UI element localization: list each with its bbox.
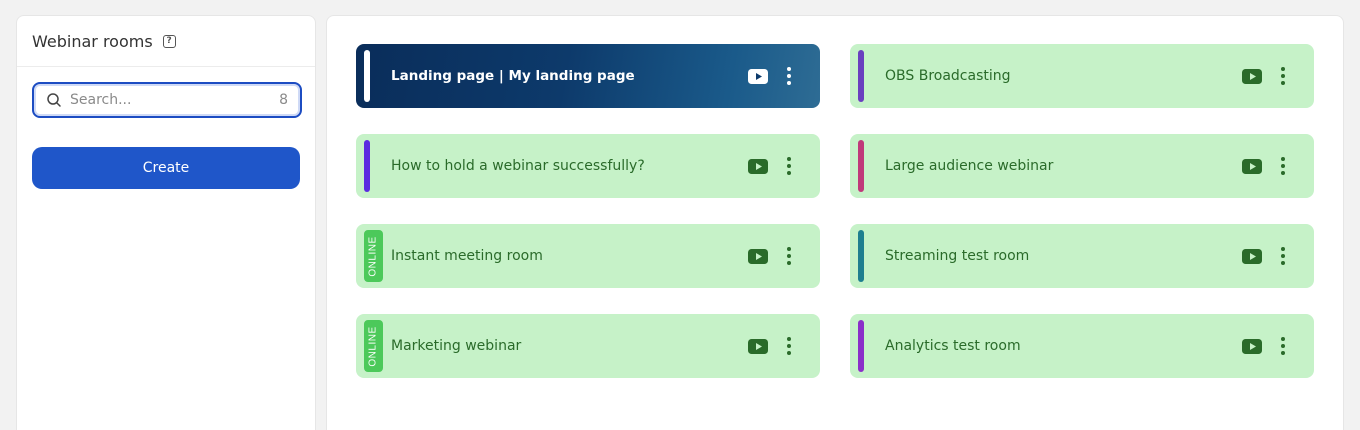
rooms-panel: Landing page | My landing page OBS Broad… xyxy=(326,15,1344,430)
more-vertical-icon[interactable] xyxy=(1278,336,1288,356)
more-vertical-icon[interactable] xyxy=(784,66,794,86)
panel-title: Webinar rooms xyxy=(32,31,153,51)
search-field[interactable]: 8 xyxy=(32,82,302,118)
help-icon[interactable]: ? xyxy=(162,34,176,48)
youtube-play-icon[interactable] xyxy=(1242,158,1262,174)
more-vertical-icon[interactable] xyxy=(1278,156,1288,176)
more-vertical-icon[interactable] xyxy=(784,156,794,176)
online-status-badge: ONLINE xyxy=(364,230,383,282)
youtube-play-icon[interactable] xyxy=(1242,338,1262,354)
youtube-play-icon[interactable] xyxy=(1242,248,1262,264)
more-vertical-icon[interactable] xyxy=(784,246,794,266)
room-accent-bar xyxy=(364,50,370,102)
room-card[interactable]: Analytics test room xyxy=(850,314,1314,378)
room-title: Instant meeting room xyxy=(391,248,543,264)
more-vertical-icon[interactable] xyxy=(1278,66,1288,86)
more-vertical-icon[interactable] xyxy=(784,336,794,356)
room-card-landing-page[interactable]: Landing page | My landing page xyxy=(356,44,820,108)
room-accent-bar xyxy=(364,140,370,192)
room-card[interactable]: ONLINE Marketing webinar xyxy=(356,314,820,378)
online-status-badge: ONLINE xyxy=(364,320,383,372)
search-icon xyxy=(47,93,61,107)
room-title: Marketing webinar xyxy=(391,338,522,354)
room-title: Landing page | My landing page xyxy=(391,68,635,84)
youtube-play-icon[interactable] xyxy=(748,248,768,264)
more-vertical-icon[interactable] xyxy=(1278,246,1288,266)
room-accent-bar xyxy=(858,50,864,102)
room-title: Large audience webinar xyxy=(885,158,1054,174)
room-card[interactable]: OBS Broadcasting xyxy=(850,44,1314,108)
room-card[interactable]: How to hold a webinar successfully? xyxy=(356,134,820,198)
room-title: Analytics test room xyxy=(885,338,1021,354)
room-title: OBS Broadcasting xyxy=(885,68,1011,84)
sidebar-panel: Webinar rooms ? 8 Create xyxy=(16,15,316,430)
search-result-count: 8 xyxy=(279,92,288,108)
room-card[interactable]: Streaming test room xyxy=(850,224,1314,288)
room-title: How to hold a webinar successfully? xyxy=(391,158,645,174)
youtube-play-icon[interactable] xyxy=(748,158,768,174)
room-accent-bar xyxy=(858,230,864,282)
room-card[interactable]: Large audience webinar xyxy=(850,134,1314,198)
create-button[interactable]: Create xyxy=(32,147,300,189)
youtube-play-icon[interactable] xyxy=(748,338,768,354)
sidebar-header: Webinar rooms ? xyxy=(17,16,315,67)
room-title: Streaming test room xyxy=(885,248,1030,264)
youtube-play-icon[interactable] xyxy=(748,68,768,84)
room-accent-bar xyxy=(858,140,864,192)
room-card[interactable]: ONLINE Instant meeting room xyxy=(356,224,820,288)
room-accent-bar xyxy=(858,320,864,372)
search-input[interactable] xyxy=(70,92,260,108)
youtube-play-icon[interactable] xyxy=(1242,68,1262,84)
